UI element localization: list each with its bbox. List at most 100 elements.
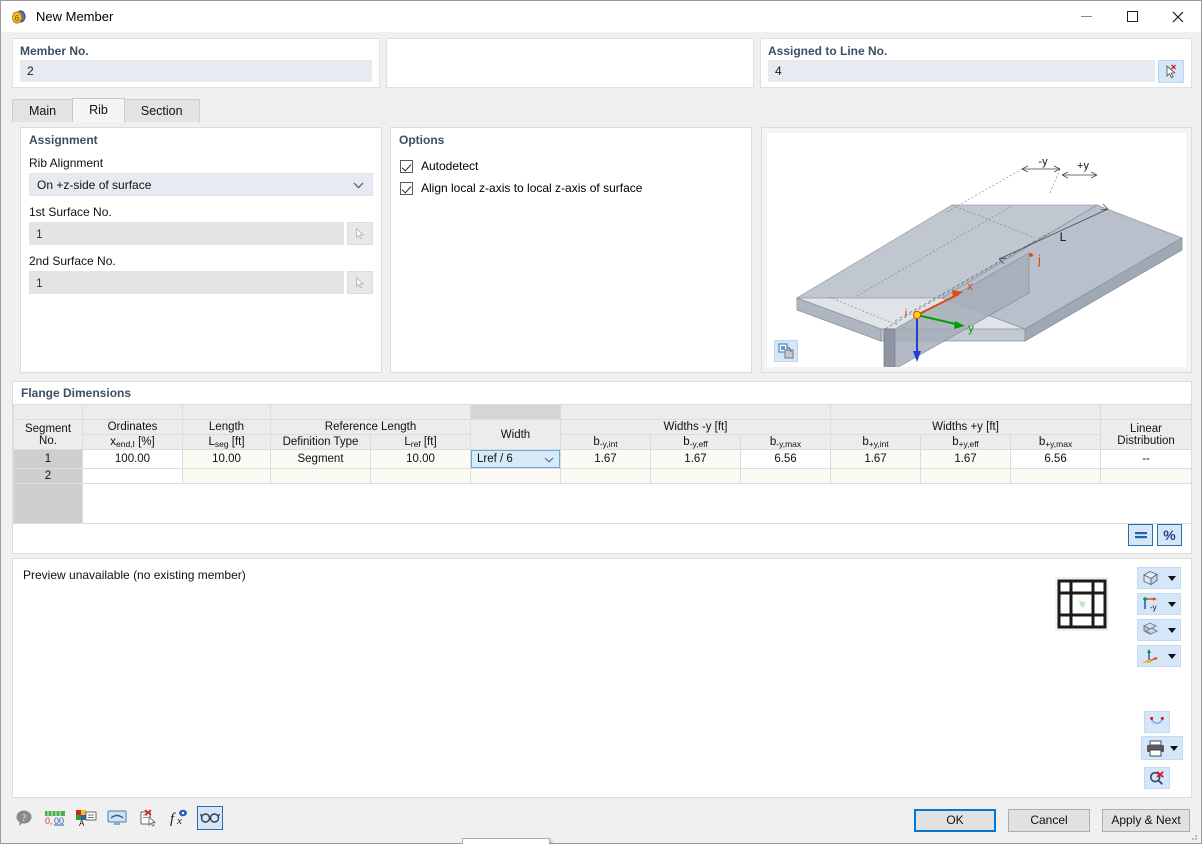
row-2-linear-distribution[interactable]	[1100, 468, 1193, 484]
row-2-b-plus-y-max[interactable]	[1010, 468, 1102, 484]
label-plus-y: +y	[1077, 160, 1089, 172]
row-2-definition-type[interactable]	[270, 468, 371, 484]
svg-text:f: f	[170, 811, 176, 827]
chevron-down-icon	[353, 174, 364, 197]
clear-comment-tool[interactable]	[135, 806, 161, 830]
row-1-b-plus-y-eff[interactable]: 1.67	[920, 449, 1012, 469]
tab-rib[interactable]: Rib	[72, 98, 125, 122]
table-row[interactable]: 2	[13, 468, 1193, 484]
align-z-axis-checkbox[interactable]	[400, 181, 413, 195]
row-2-ordinates[interactable]	[82, 468, 183, 484]
autodetect-checkbox-row[interactable]: Autodetect	[391, 155, 751, 177]
width-dropdown-list[interactable]: -- Lref / 6 Lref / 8	[462, 838, 550, 844]
preview-side-toolbar: -y	[1137, 567, 1183, 671]
col-b-plus-y-max: b+y,max	[1010, 434, 1102, 450]
close-icon[interactable]	[1155, 1, 1201, 32]
rib-alignment-select[interactable]: On +z-side of surface	[29, 173, 373, 196]
label-y: y	[968, 321, 974, 335]
row-2-b-plus-y-eff[interactable]	[920, 468, 1012, 484]
tab-main[interactable]: Main	[12, 99, 74, 122]
align-z-axis-checkbox-row[interactable]: Align local z-axis to local z-axis of su…	[391, 177, 751, 199]
minimize-icon[interactable]	[1063, 1, 1109, 32]
row-1-reference-length[interactable]: 10.00	[370, 449, 471, 469]
grp-ordinates: Ordinates	[82, 419, 183, 435]
visibility-tool[interactable]	[197, 806, 223, 830]
row-2-b-minus-y-int[interactable]	[560, 468, 651, 484]
row-2-b-plus-y-int[interactable]	[830, 468, 922, 484]
svg-text:6: 6	[15, 14, 20, 23]
table-filler-row	[13, 483, 1193, 524]
chevron-down-icon[interactable]	[1168, 601, 1176, 607]
row-1-b-minus-y-max[interactable]: 6.56	[739, 449, 832, 469]
row-2-reference-length[interactable]	[370, 468, 471, 484]
pick-surface-icon[interactable]	[347, 271, 373, 294]
ok-button[interactable]: OK	[914, 809, 996, 832]
maximize-icon[interactable]	[1109, 1, 1155, 32]
row-2-width[interactable]	[470, 468, 561, 484]
surface1-input[interactable]: 1	[29, 222, 344, 245]
equalize-button[interactable]	[1128, 524, 1153, 546]
resize-grip[interactable]	[1188, 830, 1198, 840]
row-1-length[interactable]: 10.00	[182, 449, 271, 469]
view-direction-tool[interactable]: -y	[1137, 593, 1181, 615]
table-row[interactable]: 1 100.00 10.00 Segment 10.00 Lref / 6 1.…	[13, 449, 1193, 469]
chevron-down-icon[interactable]	[1168, 653, 1176, 659]
axis-minus-y-icon: -y	[1143, 597, 1157, 612]
row-1-b-plus-y-int[interactable]: 1.67	[830, 449, 922, 469]
pick-line-icon[interactable]	[1158, 60, 1184, 83]
row-1-definition-type[interactable]: Segment	[270, 449, 371, 469]
help-tool[interactable]: ?	[11, 806, 37, 830]
smile-tool[interactable]	[1144, 711, 1170, 737]
surface2-input[interactable]: 1	[29, 271, 344, 294]
member-no-input[interactable]: 2	[20, 60, 372, 82]
chevron-down-icon[interactable]	[1168, 627, 1176, 633]
row-2-segment-no[interactable]: 2	[13, 468, 83, 484]
row-1-b-minus-y-int[interactable]: 1.67	[560, 449, 651, 469]
coordinate-system-tool[interactable]	[1137, 645, 1181, 667]
autodetect-checkbox[interactable]	[400, 159, 413, 173]
annotation-tool[interactable]: A	[73, 806, 99, 830]
rotate-view-icon[interactable]	[774, 340, 798, 362]
row-1-ordinates[interactable]: 100.00	[82, 449, 183, 469]
apply-next-button[interactable]: Apply & Next	[1102, 809, 1190, 832]
row-2-b-minus-y-eff[interactable]	[650, 468, 741, 484]
percent-button[interactable]: %	[1157, 524, 1182, 546]
rib-3d-canvas[interactable]: -y +y L x y z	[767, 133, 1186, 381]
assigned-line-panel: Assigned to Line No. 4	[760, 38, 1192, 88]
row-1-linear-distribution[interactable]: --	[1100, 449, 1193, 469]
surface1-label: 1st Surface No.	[29, 205, 112, 219]
row-1-b-minus-y-eff[interactable]: 1.67	[650, 449, 741, 469]
pick-surface-icon[interactable]	[347, 222, 373, 245]
grid-thumbnail-icon[interactable]	[1055, 577, 1109, 634]
formula-tool[interactable]: f x	[166, 806, 192, 830]
row-2-length[interactable]	[182, 468, 271, 484]
cube-icon	[1143, 570, 1158, 586]
svg-text:A: A	[79, 819, 85, 827]
row-1-b-plus-y-max[interactable]: 6.56	[1010, 449, 1102, 469]
print-tool[interactable]	[1141, 736, 1183, 764]
row-1-width-cell[interactable]: Lref / 6	[471, 450, 561, 469]
chevron-down-icon[interactable]	[1168, 575, 1176, 581]
col-b-minus-y-int: b-y,int	[560, 434, 651, 450]
rib-3d-graphic: -y +y L x y z	[795, 156, 1183, 381]
tab-section[interactable]: Section	[123, 99, 200, 122]
cancel-button[interactable]: Cancel	[1008, 809, 1090, 832]
printer-icon	[1147, 740, 1164, 756]
width-option-0[interactable]: --	[463, 839, 549, 844]
bottom-toolbar: ? 0, 00 A f x	[11, 806, 223, 830]
row-1-segment-no[interactable]: 1	[13, 449, 83, 469]
display-tool[interactable]	[104, 806, 130, 830]
question-balloon-icon: ?	[16, 810, 32, 826]
display-style-tool[interactable]	[1137, 619, 1181, 641]
row-2-b-minus-y-max[interactable]	[739, 468, 832, 484]
chevron-down-icon[interactable]	[1170, 745, 1178, 751]
width-select[interactable]: Lref / 6	[471, 450, 560, 468]
autodetect-label: Autodetect	[421, 159, 479, 173]
decimal-places-tool[interactable]: 0, 00	[42, 806, 68, 830]
rib-alignment-value: On +z-side of surface	[37, 178, 152, 192]
assigned-line-input[interactable]: 4	[768, 60, 1155, 82]
col-b-plus-y-int: b+y,int	[830, 434, 922, 450]
render-mode-tool[interactable]	[1137, 567, 1181, 589]
clear-zoom-tool[interactable]	[1144, 767, 1170, 793]
monitor-icon	[107, 810, 127, 825]
